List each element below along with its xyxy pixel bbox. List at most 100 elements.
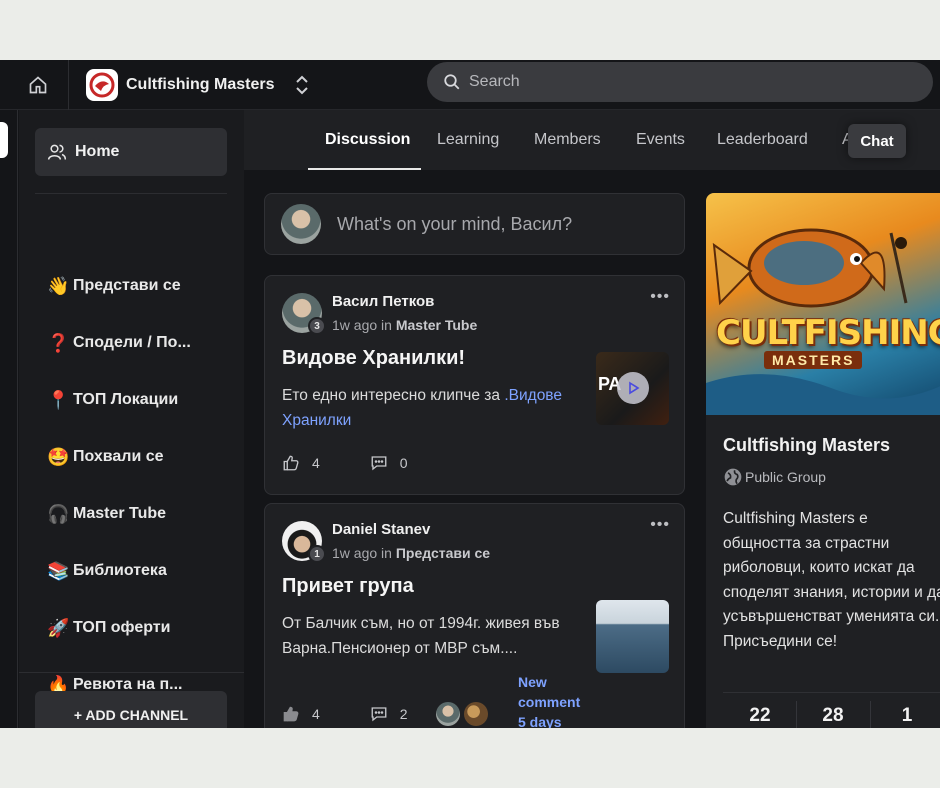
globe-icon [724,468,742,486]
post-meta: 1w ago in Master Tube [332,317,478,333]
home-button[interactable] [18,70,58,100]
channel-label: Похвали се [73,448,164,465]
sidebar-item-channel[interactable]: 🤩 Похвали се [47,443,164,471]
wave-icon: 👋 [47,275,70,296]
sidebar-item-channel[interactable]: 📍 ТОП Локации [47,386,178,414]
channel-label: ТОП оферти [73,619,171,636]
group-privacy: Public Group [723,467,826,487]
post-title[interactable]: Видове Хранилки! [282,347,465,370]
tab-members[interactable]: Members [534,110,601,170]
sidebar-item-channel[interactable]: 📚 Библиотека [47,557,167,585]
avatar[interactable]: 1 [282,521,326,563]
channel-label: Представи се [73,277,181,294]
tab-bar: Discussion Learning Members Events Leade… [244,110,940,170]
like-count: 4 [312,455,320,471]
group-switcher[interactable]: Cultfishing Masters [86,65,310,105]
avatar[interactable]: 3 [282,293,326,335]
carp-fish-icon [706,228,940,415]
sidebar-item-home[interactable]: Home [35,128,227,176]
thumbs-up-filled-icon [283,706,299,722]
comment-button[interactable]: 2 [370,705,408,723]
comment-button[interactable]: 0 [370,454,408,472]
chat-button[interactable]: Chat [848,124,906,158]
level-badge: 1 [308,545,326,563]
tab-discussion[interactable]: Discussion [325,110,410,170]
post-body: От Балчик съм, но от 1994г. живея във Ва… [282,615,560,657]
thumbs-up-icon [283,455,299,471]
comment-icon [371,707,387,722]
home-icon [29,76,47,94]
level-badge: 3 [308,317,326,335]
switch-group-icon [294,74,310,96]
post-meta: 1w ago in Представи се [332,545,491,561]
sidebar-item-channel[interactable]: 🎧 Master Tube [47,500,166,528]
post-composer[interactable]: What's on your mind, Васил? [264,193,685,255]
post-author[interactable]: Daniel Stanev [332,521,430,538]
star-eyes-icon: 🤩 [47,446,70,467]
more-icon[interactable]: ••• [650,288,670,306]
sidebar: Home 👋 Представи се ❓ Сподели / По... 📍 ТОП… [19,110,244,728]
stat-divider [870,701,871,728]
commenter-avatar[interactable] [435,702,460,726]
search-box[interactable] [427,62,933,102]
tab-learning[interactable]: Learning [437,110,499,170]
sidebar-item-channel[interactable]: ❓ Сподели / По... [47,329,191,357]
post-author[interactable]: Васил Петков [332,293,434,310]
stat-admins: 1 [901,705,913,726]
like-count: 4 [312,706,320,722]
group-info-card: CULTFISHING MASTERS Cultfishing Masters … [706,193,940,728]
tab-leaderboard[interactable]: Leaderboard [717,110,808,170]
search-input[interactable] [469,73,909,91]
composer-prompt: What's on your mind, Васил? [337,213,573,234]
group-name: Cultfishing Masters [723,435,891,455]
sidebar-item-channel[interactable]: 🚀 ТОП оферти [47,614,170,642]
sidebar-divider [19,672,244,673]
channel-label: Master Tube [73,505,167,522]
channel-label: Сподели / По... [73,334,191,351]
like-button[interactable]: 4 [282,454,320,472]
new-comment-indicator[interactable]: New comment 5 days [518,672,580,728]
post-actions: 4 2 [282,702,488,726]
comment-count: 0 [399,455,408,471]
sidebar-divider [35,193,227,194]
search-icon [444,74,460,90]
post-actions: 4 0 [282,454,408,472]
stats-divider [723,692,940,693]
play-icon [617,372,649,404]
image-thumbnail[interactable] [596,600,669,673]
rail-group-icon[interactable] [0,122,8,158]
stat-divider [796,701,797,728]
add-channel-button[interactable]: + ADD CHANNEL [35,691,227,728]
like-button[interactable]: 4 [282,705,320,723]
banner-subtitle: MASTERS [764,351,863,369]
post-card[interactable]: 1 Daniel Stanev 1w ago in Представи се •… [264,503,685,728]
commenter-avatar[interactable] [463,702,488,726]
sidebar-item-label: Home [75,143,120,160]
channel-label: ТОП Локации [73,391,179,408]
users-icon [47,144,67,160]
headphones-icon: 🎧 [47,503,70,524]
group-description: Cultfishing Masters е общността за страс… [723,510,940,650]
question-icon: ❓ [47,332,70,353]
brand-name: Cultfishing Masters [126,76,275,93]
books-icon: 📚 [47,560,70,581]
more-icon[interactable]: ••• [650,516,670,534]
post-title[interactable]: Привет група [282,575,414,598]
tab-events[interactable]: Events [636,110,685,170]
banner-title: CULTFISHING [716,313,940,353]
stat-members: 22 [749,705,771,726]
group-banner: CULTFISHING MASTERS [706,193,940,415]
group-rail [0,110,18,728]
avatar [281,204,321,244]
pin-icon: 📍 [47,389,70,410]
comment-icon [371,456,387,471]
app-window: Cultfishing Masters Home 👋Представи се ❓… [0,60,940,728]
rocket-icon: 🚀 [47,617,70,638]
sidebar-item-channel[interactable]: 👋 Представи се [47,272,181,300]
top-bar: Cultfishing Masters [0,60,940,110]
post-card[interactable]: 3 Васил Петков 1w ago in Master Tube •••… [264,275,685,495]
video-thumbnail[interactable]: РА [596,352,669,425]
comment-count: 2 [399,706,408,722]
post-body: Ето едно интересно клипче за .Видове Хра… [282,387,562,429]
channel-label: Библиотека [73,562,167,579]
